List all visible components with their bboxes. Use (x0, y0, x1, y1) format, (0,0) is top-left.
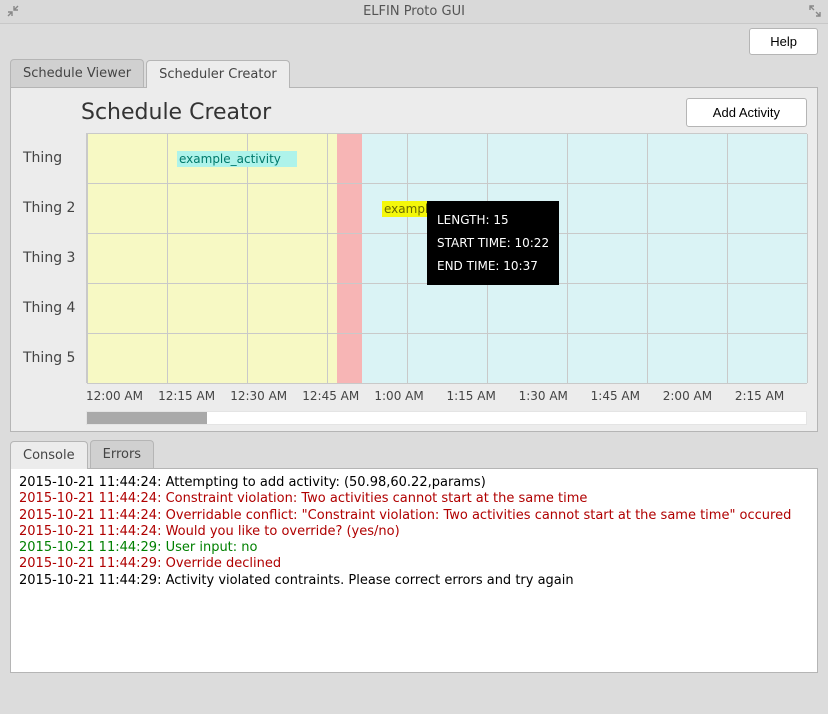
help-button[interactable]: Help (749, 28, 818, 55)
tab-schedule-viewer[interactable]: Schedule Viewer (10, 59, 144, 87)
maximize-icon[interactable] (808, 4, 822, 18)
horizontal-scrollbar[interactable] (86, 411, 807, 425)
tab-errors[interactable]: Errors (90, 440, 154, 468)
tab-console[interactable]: Console (10, 441, 88, 469)
grid-col (807, 134, 808, 383)
time-tick: 2:15 AM (735, 389, 807, 403)
time-tick: 1:45 AM (591, 389, 663, 403)
page-title: Schedule Creator (81, 100, 271, 125)
console-line: 2015-10-21 11:44:24: Attempting to add a… (19, 475, 809, 491)
app-window: ELFIN Proto GUI Help Schedule Viewer Sch… (0, 0, 828, 714)
tooltip-line: LENGTH: 15 (437, 209, 549, 232)
time-tick: 2:00 AM (663, 389, 735, 403)
row-label: Thing 3 (21, 233, 86, 283)
row-labels: ThingThing 2Thing 3Thing 4Thing 5 (21, 133, 86, 383)
grid-col (727, 134, 728, 383)
main-tabstrip: Schedule Viewer Scheduler Creator (0, 59, 828, 87)
grid-col (407, 134, 408, 383)
grid-row (87, 284, 807, 334)
grid-row (87, 334, 807, 384)
scrollbar-thumb[interactable] (87, 412, 207, 424)
time-axis: 12:00 AM12:15 AM12:30 AM12:45 AM1:00 AM1… (86, 383, 807, 403)
titlebar: ELFIN Proto GUI (0, 0, 828, 24)
console-line: 2015-10-21 11:44:29: Activity violated c… (19, 573, 809, 589)
row-label: Thing 4 (21, 283, 86, 333)
grid-col (567, 134, 568, 383)
time-tick: 12:30 AM (230, 389, 302, 403)
expand-icon[interactable] (6, 4, 20, 18)
timeline-chart[interactable]: example_activityexample_activityLENGTH: … (86, 133, 807, 383)
console-line: 2015-10-21 11:44:24: Constraint violatio… (19, 491, 809, 507)
console-line: 2015-10-21 11:44:24: Overridable conflic… (19, 508, 809, 524)
console-output[interactable]: 2015-10-21 11:44:24: Attempting to add a… (10, 468, 818, 673)
time-tick: 1:00 AM (374, 389, 446, 403)
tooltip-line: END TIME: 10:37 (437, 255, 549, 278)
toolbar: Help (0, 24, 828, 57)
window-title: ELFIN Proto GUI (363, 4, 465, 19)
grid-col (327, 134, 328, 383)
console-line: 2015-10-21 11:44:24: Would you like to o… (19, 524, 809, 540)
tooltip-line: START TIME: 10:22 (437, 232, 549, 255)
scheduler-creator-panel: Schedule Creator Add Activity ThingThing… (10, 87, 818, 432)
add-activity-button[interactable]: Add Activity (686, 98, 807, 127)
panel-header: Schedule Creator Add Activity (81, 98, 807, 127)
row-label: Thing 2 (21, 183, 86, 233)
lower-tabstrip: Console Errors (0, 440, 828, 468)
console-line: 2015-10-21 11:44:29: Override declined (19, 556, 809, 572)
row-label: Thing 5 (21, 333, 86, 383)
time-tick: 12:45 AM (302, 389, 374, 403)
activity-tooltip: LENGTH: 15START TIME: 10:22END TIME: 10:… (427, 201, 559, 285)
grid-col (87, 134, 88, 383)
tab-scheduler-creator[interactable]: Scheduler Creator (146, 60, 290, 88)
time-tick: 12:00 AM (86, 389, 158, 403)
grid-col (647, 134, 648, 383)
time-tick: 1:15 AM (446, 389, 518, 403)
grid-col (167, 134, 168, 383)
time-tick: 1:30 AM (519, 389, 591, 403)
console-line: 2015-10-21 11:44:29: User input: no (19, 540, 809, 556)
timeline-grid: ThingThing 2Thing 3Thing 4Thing 5 exampl… (21, 133, 807, 383)
time-tick: 12:15 AM (158, 389, 230, 403)
row-label: Thing (21, 133, 86, 183)
timeline: ThingThing 2Thing 3Thing 4Thing 5 exampl… (21, 133, 807, 425)
scheduled-activity[interactable]: example_activity (177, 151, 297, 167)
grid-col (247, 134, 248, 383)
